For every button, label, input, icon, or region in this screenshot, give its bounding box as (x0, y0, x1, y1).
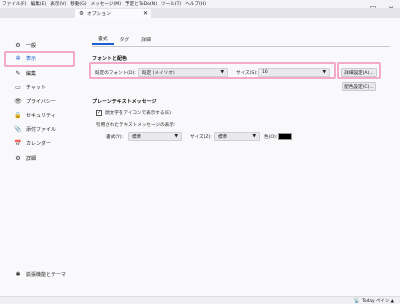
menu-bar: ファイル(F) 編集(E) 表示(V) 移動(G) メッセージ(M) 予定とTo… (0, 0, 400, 8)
font-size-value: 16 (262, 70, 268, 75)
sidebar-item-addons[interactable]: ✱ 拡張機能とテーマ (14, 269, 66, 279)
quote-color-swatch[interactable] (278, 133, 292, 140)
subtab-divider (92, 46, 390, 47)
menu-help[interactable]: ヘルプ(H) (185, 1, 206, 7)
sidebar-item-label: 拡張機能とテーマ (26, 271, 67, 278)
gear-icon: ⚙ (79, 10, 84, 17)
font-size-label: サイズ(S): (236, 71, 258, 76)
sidebar-item-label: 詳細 (26, 155, 37, 162)
subtab-bar: 書式 タグ 詳細 (92, 33, 157, 45)
sidebar-item-chat[interactable]: ▭ チャット (14, 82, 46, 92)
status-bar: 📡 Today ペイン ▲ (0, 296, 400, 304)
sidebar-item-label: 添付ファイル (26, 126, 57, 133)
calendar-icon: 📅 (14, 139, 22, 147)
emoticons-checkbox[interactable]: ✓ (96, 110, 102, 116)
menu-tools[interactable]: ツール(T) (161, 1, 181, 7)
tab-format[interactable]: 書式 (92, 33, 114, 45)
chevron-down-icon: ▼ (322, 70, 326, 75)
default-font-value: 既定 (メイリオ) (142, 70, 175, 76)
tab-bar: ⚙ オプション ✕ (0, 8, 400, 18)
default-font-select[interactable]: 既定 (メイリオ) ▼ (138, 68, 228, 77)
menu-go[interactable]: 移動(G) (70, 1, 86, 7)
sidebar-item-security[interactable]: 🔒 セキュリティ (14, 110, 56, 120)
tab-tags[interactable]: タグ (114, 33, 136, 45)
options-content: ⚙ 一般 ✲ 表示 ✎ 編集 ▭ チャット 👁 プライバシー 🔒 セキュリティ … (0, 18, 400, 296)
fonts-section-title: フォントと配色 (92, 56, 128, 62)
gear-icon: ⚙ (15, 154, 21, 162)
quote-size-select[interactable]: 標準 ▼ (214, 132, 260, 141)
chevron-down-icon: ▼ (252, 134, 256, 139)
paperclip-icon: 📎 (14, 125, 22, 133)
gear-icon: ⚙ (15, 41, 21, 49)
quote-color-label: 色(O): (264, 135, 278, 140)
highlight-display (4, 51, 75, 67)
quote-size-value: 標準 (218, 134, 228, 140)
quote-style-value: 標準 (132, 134, 142, 140)
advanced-fonts-button[interactable]: 詳細設定(A)... (341, 68, 377, 77)
quote-size-label: サイズ(Z): (190, 135, 212, 140)
sidebar-item-calendar[interactable]: 📅 カレンダー (14, 138, 51, 148)
sidebar-item-label: カレンダー (26, 140, 52, 147)
tab-options[interactable]: ⚙ オプション ✕ (75, 9, 151, 18)
plain-text-section-title: プレーンテキストメッセージ (92, 99, 157, 105)
today-pane-label: Today ペイン ▲ (361, 299, 394, 304)
sidebar-item-composition[interactable]: ✎ 編集 (14, 68, 36, 78)
tab-advanced[interactable]: 詳細 (135, 33, 157, 45)
sidebar-item-label: プライバシー (26, 98, 56, 105)
colors-button[interactable]: 配色設定(C)... (342, 82, 376, 91)
quoted-text-label: 引用されたテキストメッセージの表示: (96, 123, 176, 128)
font-size-select[interactable]: 16 ▼ (258, 68, 330, 77)
menu-view[interactable]: 表示(V) (50, 1, 66, 7)
quote-style-select[interactable]: 標準 ▼ (128, 132, 182, 141)
sidebar-item-label: 一般 (26, 42, 37, 49)
chat-icon: ▭ (15, 83, 21, 91)
emoticons-label: 顔文字をアイコンで表示する(E) (105, 111, 171, 116)
sidebar-item-label: 編集 (26, 70, 37, 77)
sidebar-item-label: チャット (26, 84, 46, 91)
check-icon: ✓ (97, 110, 102, 116)
menu-edit[interactable]: 編集(E) (31, 1, 47, 7)
tab-label: オプション (86, 12, 111, 17)
menu-events-tasks[interactable]: 予定とToDo(N) (125, 1, 157, 7)
chevron-down-icon: ▼ (174, 134, 178, 139)
menu-message[interactable]: メッセージ(M) (91, 1, 121, 7)
quote-style-label: 書式(Y): (106, 135, 124, 140)
privacy-mask-icon: 👁 (14, 97, 22, 105)
puzzle-icon: ✱ (15, 270, 21, 278)
sidebar-item-privacy[interactable]: 👁 プライバシー (14, 96, 56, 106)
menu-file[interactable]: ファイル(F) (2, 1, 27, 7)
sidebar-item-label: セキュリティ (26, 112, 56, 119)
sidebar-item-general[interactable]: ⚙ 一般 (14, 40, 36, 50)
sidebar-item-attachments[interactable]: 📎 添付ファイル (14, 124, 56, 134)
sidebar-item-advanced[interactable]: ⚙ 詳細 (14, 153, 36, 163)
default-font-label: 既定のフォント(D): (95, 71, 136, 76)
chevron-down-icon: ▼ (220, 70, 224, 75)
options-main: 書式 タグ 詳細 フォントと配色 既定のフォント(D): 既定 (メイリオ) ▼… (92, 18, 392, 296)
close-icon[interactable]: ✕ (143, 10, 148, 17)
lock-icon: 🔒 (14, 111, 22, 119)
today-pane-toggle[interactable]: 📡 Today ペイン ▲ (354, 297, 394, 304)
signal-icon: 📡 (353, 298, 360, 304)
pencil-icon: ✎ (15, 69, 21, 77)
